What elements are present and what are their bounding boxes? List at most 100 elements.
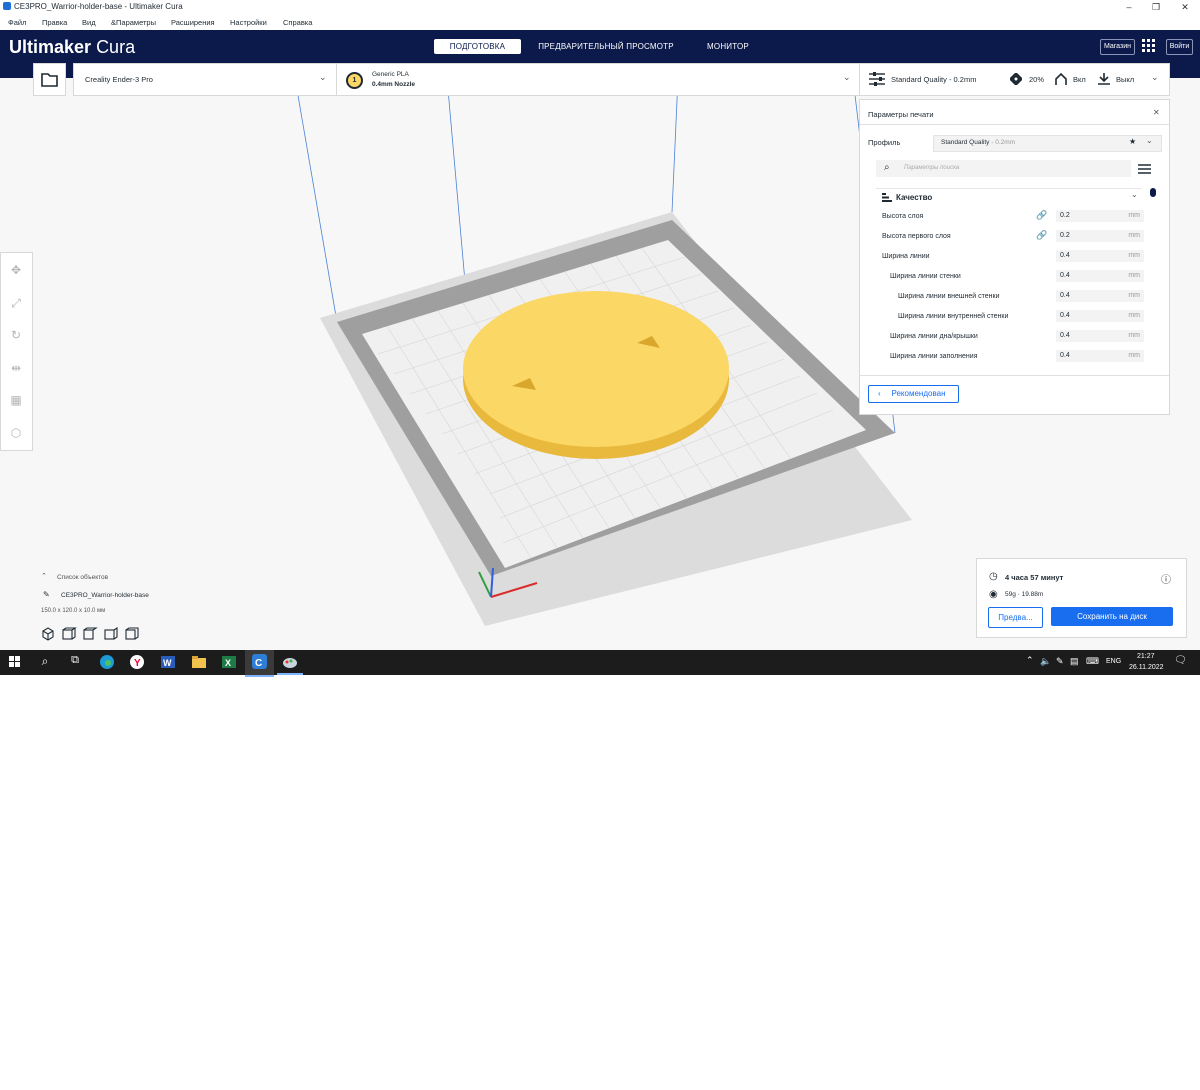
file-explorer-icon[interactable] [191,654,207,670]
setting-value-field[interactable]: 0.4 mm [1056,290,1144,302]
pencil-icon: ✎ [43,590,50,599]
windows-start-icon[interactable] [7,654,23,670]
close-icon[interactable]: ✕ [1153,108,1160,117]
printer-selector[interactable]: Creality Ender-3 Pro ⌄ [73,63,337,96]
menu-view[interactable]: Вид [82,18,96,27]
open-file-button[interactable] [33,63,66,96]
restore-button[interactable]: ❐ [1141,0,1171,14]
task-view-icon[interactable]: ⧉ [67,654,83,670]
recommended-button[interactable]: ‹ Рекомендован [868,385,959,403]
menu-extensions[interactable]: Расширения [171,18,215,27]
close-button[interactable]: ✕ [1170,0,1200,14]
tab-monitor[interactable]: МОНИТОР [698,39,758,54]
material-estimate: 59g · 19.88m [1005,591,1044,598]
divider [876,188,1142,189]
chevron-down-icon[interactable]: ⌄ [1131,190,1138,199]
rotate-tool-icon[interactable]: ↻ [7,326,25,344]
apps-grid-icon[interactable] [1142,39,1156,53]
clock-time[interactable]: 21:27 [1137,653,1155,660]
chevron-left-icon: ‹ [878,389,881,398]
word-icon[interactable]: W [160,654,176,670]
setting-row-label: Ширина линии внешней стенки [898,293,1000,300]
paint-icon[interactable] [282,654,298,670]
info-icon[interactable]: ⓘ [1161,571,1171,586]
support-icon [1055,72,1067,85]
marketplace-button[interactable]: Магазин [1100,39,1135,55]
folder-icon [41,73,58,87]
menu-preferences[interactable]: Настройки [230,18,267,27]
setting-value-field[interactable]: 0.4 mm [1056,310,1144,322]
setting-value-field[interactable]: 0.4 mm [1056,330,1144,342]
clock-date[interactable]: 26.11.2022 [1129,664,1164,671]
menu-file[interactable]: Файл [8,18,26,27]
per-model-settings-icon[interactable]: ▦ [7,391,25,409]
material-selector[interactable]: 1 Generic PLA 0.4mm Nozzle ⌄ [336,63,860,96]
link-icon[interactable]: 🔗 [1036,210,1047,221]
search-placeholder: Параметры поиска [904,165,960,171]
setting-value-field[interactable]: 0.4 mm [1056,250,1144,262]
setting-value-field[interactable]: 0.2 mm [1056,230,1144,242]
print-setup-bar[interactable]: Standard Quality - 0.2mm 20% Вкл Выкл ⌄ [859,63,1170,96]
keyboard-icon[interactable]: ⌨ [1086,656,1099,667]
print-settings-panel: Параметры печати ✕ Профиль Standard Qual… [859,99,1170,415]
svg-text:W: W [163,658,172,668]
profile-dropdown[interactable]: Standard Quality - 0.2mm ★ ⌄ [933,135,1162,152]
tab-prepare[interactable]: ПОДГОТОВКА [434,39,521,54]
infill-value: 20% [1029,75,1045,84]
chevron-down-icon: ⌄ [843,72,851,82]
menu-edit[interactable]: Правка [42,18,67,27]
minimize-button[interactable]: – [1114,0,1144,14]
move-tool-icon[interactable]: ✥ [7,261,25,279]
link-icon[interactable]: 🔗 [1036,230,1047,241]
scale-tool-icon[interactable]: ⤢ [7,294,25,312]
search-icon[interactable]: ⌕ [37,654,53,670]
setting-row-label: Высота первого слоя [882,233,951,240]
object-dimensions: 150.0 x 120.0 x 10.0 мм [41,608,106,614]
star-icon[interactable]: ★ [1129,137,1136,146]
volume-icon[interactable]: 🔈 [1040,656,1051,667]
setting-value-field[interactable]: 0.4 mm [1056,350,1144,362]
setting-value-field[interactable]: 0.4 mm [1056,270,1144,282]
chevron-up-icon[interactable]: ⌃ [41,572,47,580]
mirror-tool-icon[interactable]: ⇹ [7,359,25,377]
setting-row-label: Ширина линии дна/крышки [890,333,978,340]
menu-parameters[interactable]: &Параметры [111,18,156,27]
panel-title: Параметры печати [868,110,934,119]
category-quality[interactable]: Качество [896,193,932,202]
support-blocker-icon[interactable]: ⬡ [7,424,25,442]
edge-icon[interactable] [99,654,115,670]
object-list-header[interactable]: Список объектов [57,574,108,581]
menu-help[interactable]: Справка [283,18,312,27]
save-to-disk-button[interactable]: Сохранить на диск [1051,607,1173,626]
chevron-up-icon[interactable]: ⌃ [1026,655,1034,666]
yandex-browser-icon[interactable]: Y [129,654,145,670]
nozzle-size: 0.4mm Nozzle [372,81,415,88]
excel-icon[interactable]: X [221,654,237,670]
chevron-down-icon: ⌄ [1146,136,1153,145]
setting-row-label: Ширина линии внутренней стенки [898,313,1009,320]
preview-button[interactable]: Предва... [988,607,1043,628]
setting-row-label: Высота слоя [882,213,924,220]
settings-search-input[interactable]: ⌕ Параметры поиска [876,160,1131,177]
printer-name: Creality Ender-3 Pro [85,75,153,84]
language-indicator[interactable]: ENG [1106,658,1121,665]
network-icon[interactable]: ▤ [1070,656,1079,667]
setting-value-field[interactable]: 0.2 mm [1056,210,1144,222]
infill-icon [1010,73,1022,85]
print-estimate-panel: ◷ 4 часа 57 минут ⓘ ◉ 59g · 19.88m Предв… [976,558,1187,638]
cura-taskbar-button[interactable]: C [245,650,274,677]
print-time: 4 часа 57 минут [1005,573,1064,582]
tab-preview[interactable]: ПРЕДВАРИТЕЛЬНЫЙ ПРОСМОТР [532,39,680,54]
running-indicator [277,673,303,675]
signin-button[interactable]: Войти [1166,39,1193,55]
scrollbar-handle[interactable] [1150,188,1156,197]
view-orientation-buttons [41,626,141,641]
support-value: Вкл [1073,75,1086,84]
pen-icon[interactable]: ✎ [1056,656,1064,667]
object-list-item[interactable]: CE3PRO_Warrior-holder-base [61,592,149,599]
chevron-down-icon: ⌄ [319,72,327,82]
cura-app-icon [3,2,11,10]
notifications-icon[interactable]: 🗨 [1174,655,1187,666]
settings-menu-icon[interactable] [1138,162,1151,174]
setting-row-label: Ширина линии стенки [890,273,961,280]
